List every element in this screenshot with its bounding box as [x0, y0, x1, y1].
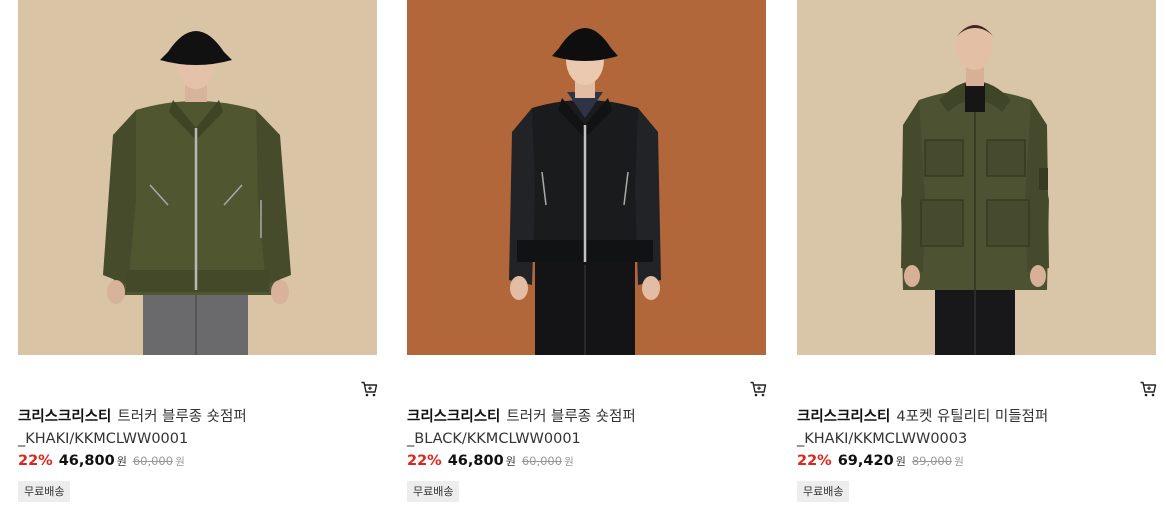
cart-icon[interactable] [749, 380, 767, 398]
product-grid: 크리스크리스티 트러커 블루종 숏점퍼 _KHAKI/KKMCLWW0001 22… [0, 0, 1166, 518]
cart-icon[interactable] [1139, 380, 1157, 398]
product-name-line1[interactable]: 트러커 블루종 숏점퍼 [506, 409, 635, 425]
product-name-line2[interactable]: _BLACK/KKMCLWW0001 [407, 431, 581, 447]
product-title[interactable]: 크리스크리스티 4포켓 유틸리티 미들점퍼 _KHAKI/KKMCLWW0003 [797, 406, 1147, 450]
currency-label: 원 [116, 455, 127, 468]
original-currency-label: 원 [564, 456, 574, 468]
price-row: 22% 69,420 원 89,000 원 [797, 453, 964, 473]
product-image[interactable] [18, 0, 377, 355]
brand-name[interactable]: 크리스크리스티 [18, 409, 111, 425]
original-price: 60,000 [132, 454, 174, 468]
product-name-line2[interactable]: _KHAKI/KKMCLWW0001 [18, 431, 188, 447]
product-card[interactable]: 크리스크리스티 트러커 블루종 숏점퍼 _KHAKI/KKMCLWW0001 22… [18, 0, 378, 518]
product-card[interactable]: 크리스크리스티 트러커 블루종 숏점퍼 _BLACK/KKMCLWW0001 22… [407, 0, 767, 518]
discount-rate: 22% [797, 453, 832, 469]
product-name-line1[interactable]: 4포켓 유틸리티 미들점퍼 [896, 409, 1048, 425]
free-shipping-badge: 무료배송 [18, 481, 71, 502]
original-price: 60,000 [521, 454, 563, 468]
original-currency-label: 원 [175, 456, 185, 468]
currency-label: 원 [505, 455, 516, 468]
product-title[interactable]: 크리스크리스티 트러커 블루종 숏점퍼 _KHAKI/KKMCLWW0001 [18, 406, 368, 450]
free-shipping-badge: 무료배송 [797, 481, 850, 502]
discount-rate: 22% [18, 453, 53, 469]
price-row: 22% 46,800 원 60,000 원 [18, 453, 185, 473]
sale-price: 69,420 [837, 453, 894, 469]
product-image[interactable] [797, 0, 1156, 355]
brand-name[interactable]: 크리스크리스티 [407, 409, 500, 425]
sale-price: 46,800 [447, 453, 504, 469]
original-price: 89,000 [911, 454, 953, 468]
price-row: 22% 46,800 원 60,000 원 [407, 453, 574, 473]
original-currency-label: 원 [954, 456, 964, 468]
brand-name[interactable]: 크리스크리스티 [797, 409, 890, 425]
sale-price: 46,800 [58, 453, 115, 469]
product-image[interactable] [407, 0, 766, 355]
currency-label: 원 [895, 455, 906, 468]
discount-rate: 22% [407, 453, 442, 469]
product-card[interactable]: 크리스크리스티 4포켓 유틸리티 미들점퍼 _KHAKI/KKMCLWW0003 … [797, 0, 1157, 518]
free-shipping-badge: 무료배송 [407, 481, 460, 502]
cart-icon[interactable] [360, 380, 378, 398]
product-title[interactable]: 크리스크리스티 트러커 블루종 숏점퍼 _BLACK/KKMCLWW0001 [407, 406, 757, 450]
product-name-line2[interactable]: _KHAKI/KKMCLWW0003 [797, 431, 967, 447]
product-name-line1[interactable]: 트러커 블루종 숏점퍼 [117, 409, 246, 425]
